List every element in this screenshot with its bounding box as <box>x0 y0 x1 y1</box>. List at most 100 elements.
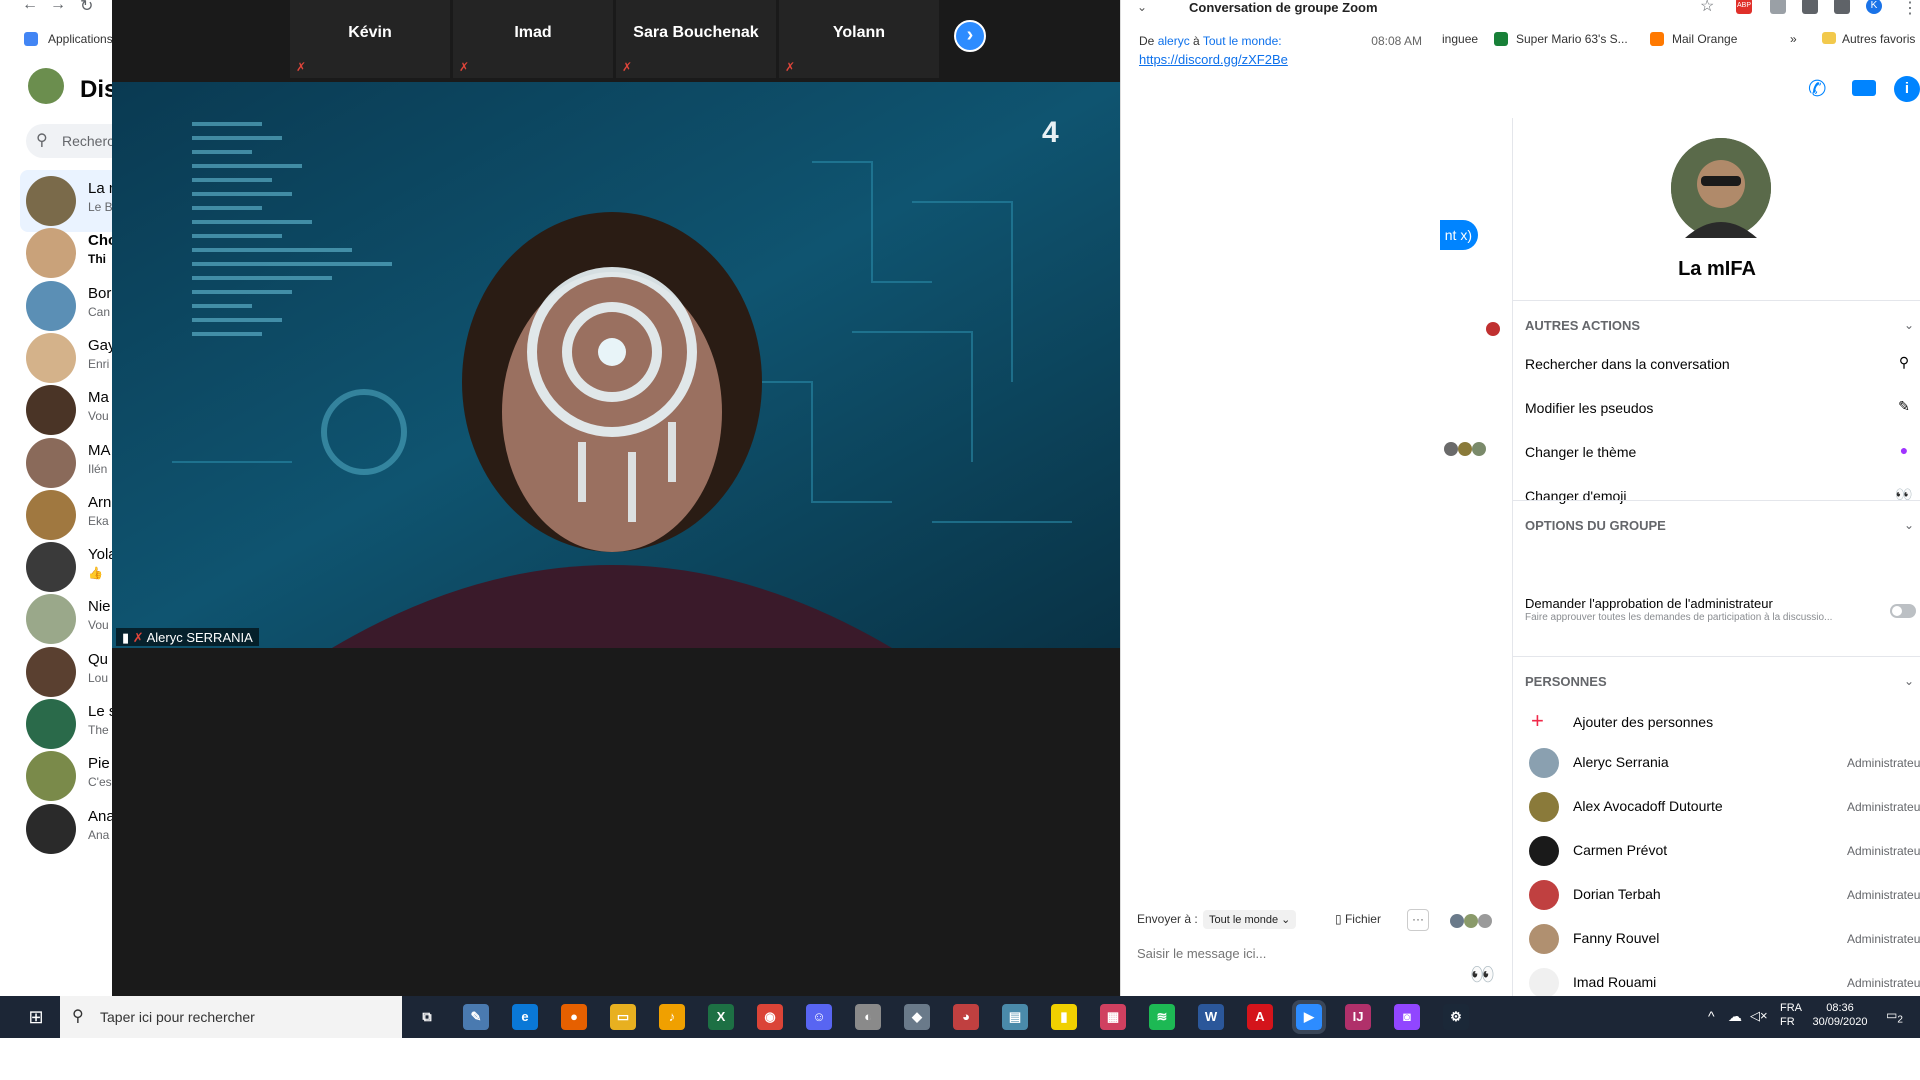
spotify-icon[interactable]: ≋ <box>1149 1004 1175 1030</box>
taskbar-search[interactable]: ⚲ Taper ici pour rechercher <box>60 996 402 1038</box>
word-icon[interactable]: W <box>1198 1004 1224 1030</box>
group-avatar[interactable] <box>1671 138 1771 238</box>
steam-icon[interactable]: ⚙ <box>1443 1004 1469 1030</box>
zoom-window: Kévin ✗ Imad ✗ Sara Bouchenak ✗ Yolann ✗ › <box>112 0 1440 996</box>
chat-message-input[interactable] <box>1137 942 1427 964</box>
windows-taskbar: ⊞ ⚲ Taper ici pour rechercher ⧉ ✎ e ● ▭ ♪ X ◉ ☺ ◐… <box>0 996 1920 1038</box>
app-icon[interactable]: ◐ <box>855 1004 881 1030</box>
chevron-down-icon[interactable]: ⌄ <box>1904 674 1914 688</box>
zoom-icon[interactable]: ▶ <box>1292 1000 1326 1034</box>
pencil-icon[interactable]: ✎ <box>1894 398 1914 418</box>
eyes-emoji-icon[interactable]: 👀 <box>1894 486 1914 506</box>
read-receipt-avatar <box>1486 322 1500 336</box>
message-recipient[interactable]: Tout le monde: <box>1203 34 1282 48</box>
drive-icon[interactable] <box>1770 0 1786 14</box>
avatar <box>1529 924 1559 954</box>
task-view-icon[interactable]: ⧉ <box>414 1004 440 1030</box>
profile-avatar[interactable]: K <box>1866 0 1882 14</box>
excel-icon[interactable]: X <box>708 1004 734 1030</box>
participant-tile[interactable]: Imad ✗ <box>453 0 613 78</box>
add-people-button[interactable]: + Ajouter des personnes <box>1525 708 1920 738</box>
message-sender[interactable]: aleryc <box>1158 34 1190 48</box>
recipient-dropdown[interactable]: Tout le monde ⌄ <box>1203 910 1297 929</box>
more-bookmarks-icon[interactable]: » <box>1790 32 1797 46</box>
reload-icon[interactable]: ↻ <box>80 0 93 16</box>
person-role: Administrateu <box>1847 844 1920 858</box>
notepad-icon[interactable]: ▤ <box>1002 1004 1028 1030</box>
active-speaker-video[interactable]: 4 ▮ ✗ Aleryc SERRANIA <box>112 82 1120 648</box>
info-icon[interactable]: i <box>1894 76 1920 102</box>
chevron-down-icon[interactable]: ⌄ <box>1137 0 1147 14</box>
read-receipts <box>1450 914 1506 928</box>
more-options-button[interactable]: ··· <box>1407 909 1429 931</box>
chevron-down-icon[interactable]: ⌄ <box>1904 318 1914 332</box>
forward-icon[interactable]: → <box>50 0 66 14</box>
theme-icon[interactable]: ● <box>1894 442 1914 462</box>
puzzle-icon[interactable] <box>1834 0 1850 14</box>
conversation-preview: Enri <box>88 356 110 371</box>
message-link[interactable]: https://discord.gg/zXF2Be <box>1139 52 1288 67</box>
conversation-preview: Vou <box>88 409 109 424</box>
search-icon: ⚲ <box>36 132 48 149</box>
back-icon[interactable]: ← <box>22 0 38 14</box>
action-item[interactable]: Changer le thème <box>1525 444 1636 460</box>
mic-muted-icon: ✗ <box>785 60 796 74</box>
person-row[interactable]: Fanny Rouvel Administrateu <box>1525 922 1920 958</box>
person-role: Administrateu <box>1847 888 1920 902</box>
video-call-icon[interactable] <box>1852 80 1876 96</box>
calculator-icon[interactable]: ▦ <box>1100 1004 1126 1030</box>
adblock-icon[interactable]: ABP <box>1736 0 1752 14</box>
chrome-icon[interactable]: ◉ <box>757 1004 783 1030</box>
participant-tile[interactable]: Yolann ✗ <box>779 0 939 78</box>
participant-tile[interactable]: Sara Bouchenak ✗ <box>616 0 776 78</box>
chat-title: Conversation de groupe Zoom <box>1189 0 1378 15</box>
firefox-icon[interactable]: ● <box>561 1004 587 1030</box>
person-row[interactable]: Dorian Terbah Administrateu <box>1525 878 1920 914</box>
paint-icon[interactable]: ✎ <box>463 1004 489 1030</box>
conversation-preview: Ana <box>88 827 110 842</box>
apps-grid-icon[interactable] <box>24 32 38 46</box>
menu-icon[interactable]: ⋮ <box>1902 0 1918 18</box>
edge-icon[interactable]: e <box>512 1004 538 1030</box>
file-button[interactable]: ▯ Fichier <box>1335 912 1381 926</box>
avatar <box>26 228 76 279</box>
search-icon[interactable]: ⚲ <box>1894 354 1914 374</box>
person-row[interactable]: Alex Avocadoff Dutourte Administrateu <box>1525 790 1920 826</box>
person-row[interactable]: Carmen Prévot Administrateu <box>1525 834 1920 870</box>
participant-strip: Kévin ✗ Imad ✗ Sara Bouchenak ✗ Yolann ✗ › <box>112 0 1120 80</box>
intellij-icon[interactable]: IJ <box>1345 1004 1371 1030</box>
next-page-button[interactable]: › <box>954 20 986 52</box>
bookmark-autres-favoris[interactable]: Autres favoris <box>1842 32 1915 46</box>
app-icon[interactable]: ◆ <box>904 1004 930 1030</box>
acrobat-icon[interactable]: A <box>1247 1004 1273 1030</box>
lang-top: FRA <box>1780 1002 1802 1014</box>
mic-muted-icon: ✗ <box>459 60 470 74</box>
windows-start-icon[interactable]: ⊞ <box>12 996 60 1038</box>
extension-icon[interactable] <box>1802 0 1818 14</box>
sticky-notes-icon[interactable]: ▮ <box>1051 1004 1077 1030</box>
discord-icon[interactable]: ☺ <box>806 1004 832 1030</box>
chevron-down-icon[interactable]: ⌄ <box>1904 518 1914 532</box>
approval-description: Faire approuver toutes les demandes de p… <box>1525 612 1833 623</box>
approval-toggle[interactable] <box>1890 604 1916 618</box>
star-icon[interactable]: ☆ <box>1700 0 1714 16</box>
signal-icon: ▮ <box>122 630 130 645</box>
bookmark-super-mario[interactable]: Super Mario 63's S... <box>1516 32 1628 46</box>
bookmark-linguee[interactable]: inguee <box>1442 32 1478 46</box>
eyes-emoji-icon[interactable]: 👀 <box>1470 962 1495 987</box>
fl-studio-icon[interactable]: ♪ <box>659 1004 685 1030</box>
bookmark-mail-orange[interactable]: Mail Orange <box>1672 32 1737 46</box>
person-row[interactable]: Aleryc Serrania Administrateu <box>1525 746 1920 782</box>
bookmark-applications[interactable]: Applications <box>48 32 113 46</box>
action-item[interactable]: Modifier les pseudos <box>1525 400 1653 416</box>
twitch-icon[interactable]: ◙ <box>1394 1004 1420 1030</box>
paint3d-icon[interactable]: ◕ <box>953 1004 979 1030</box>
participant-tile[interactable]: Kévin ✗ <box>290 0 450 78</box>
avatar <box>26 385 76 436</box>
participant-name: Sara Bouchenak <box>633 24 759 41</box>
phone-icon[interactable]: ✆ <box>1808 76 1826 102</box>
file-explorer-icon[interactable]: ▭ <box>610 1004 636 1030</box>
action-item[interactable]: Changer d'emoji <box>1525 488 1627 504</box>
action-item[interactable]: Rechercher dans la conversation <box>1525 356 1730 372</box>
messenger-profile-avatar[interactable] <box>28 68 64 104</box>
